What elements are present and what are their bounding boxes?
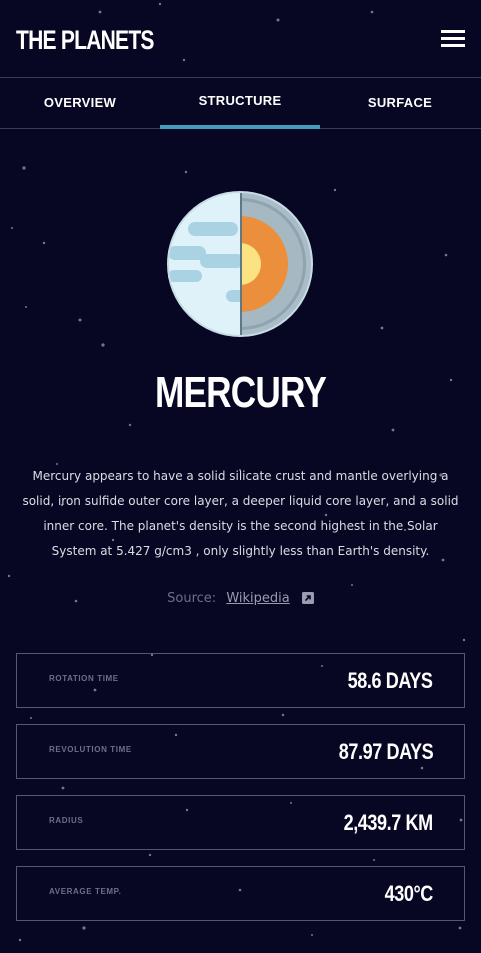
app-logo[interactable]: THE PLANETS: [16, 24, 154, 56]
app-header: THE PLANETS: [0, 0, 481, 78]
planet-structure-image: [167, 191, 313, 337]
external-link-icon[interactable]: [301, 592, 314, 604]
stat-label: ROTATION TIME: [49, 674, 119, 683]
stat-revolution-time: REVOLUTION TIME 87.97 DAYS: [16, 724, 465, 779]
source-line: Source: Wikipedia: [0, 589, 481, 609]
stat-value: 58.6 DAYS: [348, 668, 433, 693]
source-link[interactable]: Wikipedia: [226, 591, 289, 606]
stat-label: REVOLUTION TIME: [49, 745, 132, 754]
planet-name: MERCURY: [154, 368, 327, 417]
stat-radius: RADIUS 2,439.7 KM: [16, 795, 465, 850]
stat-average-temp: AVERAGE TEMP. 430°C: [16, 866, 465, 921]
section-tabs: OVERVIEW STRUCTURE SURFACE: [0, 79, 481, 129]
tab-overview[interactable]: OVERVIEW: [0, 79, 160, 128]
stat-value: 2,439.7 KM: [343, 810, 434, 835]
hamburger-menu-icon: [441, 44, 465, 47]
tab-label: SURFACE: [367, 95, 433, 110]
source-label: Source:: [167, 591, 217, 606]
stat-label: RADIUS: [49, 816, 84, 825]
stat-rotation-time: ROTATION TIME 58.6 DAYS: [16, 653, 465, 708]
tab-structure[interactable]: STRUCTURE: [160, 79, 320, 129]
stat-label: AVERAGE TEMP.: [49, 887, 122, 896]
planet-description: Mercury appears to have a solid silicate…: [22, 469, 459, 558]
stat-value: 87.97 DAYS: [338, 739, 433, 764]
tab-label: OVERVIEW: [43, 95, 117, 110]
hamburger-menu-icon: [441, 30, 465, 33]
tab-surface[interactable]: SURFACE: [320, 79, 480, 128]
active-tab-indicator: [160, 125, 320, 129]
stat-value: 430°C: [384, 881, 434, 906]
tab-label: STRUCTURE: [198, 93, 282, 108]
hamburger-menu-button[interactable]: [441, 30, 465, 48]
hamburger-menu-icon: [441, 37, 465, 40]
